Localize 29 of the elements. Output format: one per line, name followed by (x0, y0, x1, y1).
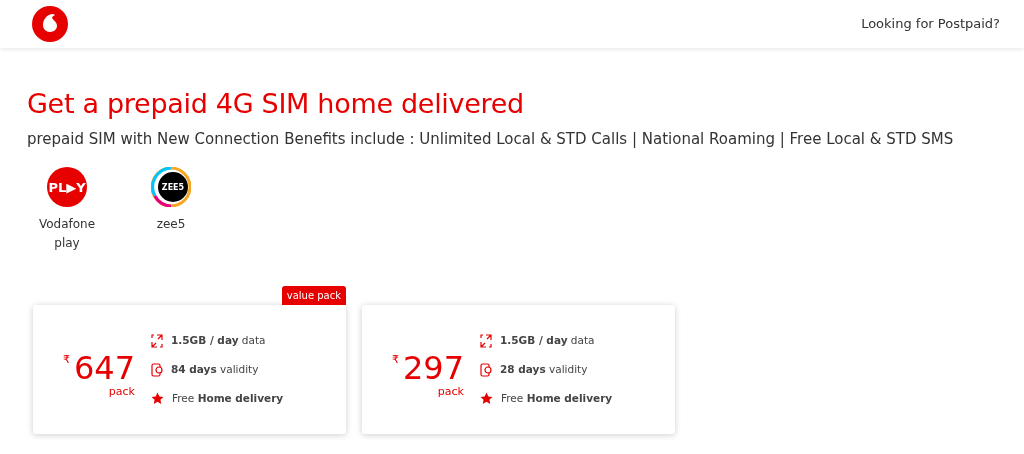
pack-feature: 1.5GB / day data (171, 333, 266, 349)
currency-symbol: ₹ (62, 351, 70, 368)
arrows-icon (480, 334, 492, 348)
pack-card[interactable]: ₹297 pack 1.5GB / day data 28 days validity Free Home delivery (362, 305, 675, 435)
pack-price: 647 (73, 351, 135, 384)
app-label: zee5 (156, 215, 186, 233)
logo-icon[interactable] (32, 6, 68, 42)
star-icon (480, 392, 493, 405)
play-logo[interactable]: PL▶Y (47, 166, 87, 207)
app-label: Vodafone play (37, 215, 97, 253)
pack-feature: 84 days validity (171, 361, 259, 377)
page-title: Get a prepaid 4G SIM home delivered (27, 88, 525, 121)
postpaid-link[interactable]: Looking for Postpaid? (861, 14, 1000, 34)
star-icon (151, 392, 164, 405)
pack-feature: Free Home delivery (501, 390, 613, 406)
phone-icon (480, 362, 492, 377)
pack-badge: value pack (281, 286, 346, 306)
price-unit: pack (437, 383, 464, 400)
pack-price: 297 (402, 351, 464, 384)
pack-feature: 1.5GB / day data (500, 333, 595, 349)
page-subtitle: prepaid SIM with New Connection Benefits include : Unlimited Local & STD Calls | National Roaming | Free Local & STD SMS (27, 129, 955, 151)
arrows-icon (151, 334, 163, 348)
currency-symbol: ₹ (391, 351, 399, 368)
pack-card[interactable]: ₹647 pack 1.5GB / day data 84 days validity Free Home delivery (33, 305, 346, 435)
pack-feature: 28 days validity (500, 361, 588, 377)
zee-logo[interactable]: ZEE5 (151, 166, 191, 207)
phone-icon (151, 362, 163, 377)
price-unit: pack (108, 383, 135, 400)
pack-feature: Free Home delivery (172, 390, 284, 406)
